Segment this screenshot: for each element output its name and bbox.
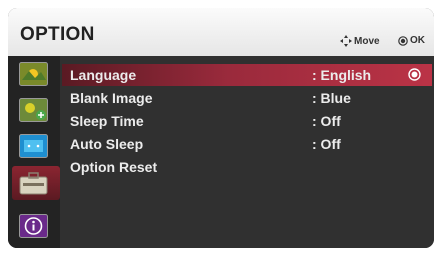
menu-item-value: : English — [312, 67, 372, 83]
menu-item-language[interactable]: Language : English — [62, 64, 432, 86]
category-picture[interactable] — [19, 62, 48, 86]
menu-item-option-reset[interactable]: Option Reset — [62, 156, 432, 178]
category-sidebar — [8, 56, 60, 248]
menu-item-label: Auto Sleep — [70, 136, 144, 152]
screen-icon — [19, 134, 48, 158]
picture-icon — [19, 62, 48, 86]
menu-title: OPTION — [20, 24, 95, 45]
menu-item-value: : Off — [312, 113, 341, 129]
ok-button-icon — [398, 35, 408, 46]
option-toolbox-icon — [19, 172, 48, 195]
menu-item-auto-sleep[interactable]: Auto Sleep : Off — [62, 133, 432, 155]
menu-item-blank-image[interactable]: Blank Image : Blue — [62, 87, 432, 109]
move-hint-label: Move — [354, 35, 380, 47]
menu-item-value: : Off — [312, 136, 341, 152]
audio-icon — [19, 98, 48, 122]
ok-select-icon — [408, 68, 421, 81]
ok-hint-label: OK — [410, 35, 425, 46]
category-info[interactable] — [19, 214, 48, 238]
menu-item-label: Language — [70, 67, 137, 83]
category-screen[interactable] — [19, 134, 48, 158]
info-icon — [19, 214, 48, 238]
option-menu-list: Language : English Blank Image : Blue Sl… — [60, 56, 434, 248]
osd-menu: OPTION Move OK Language: English Blank … — [8, 8, 434, 248]
menu-item-label: Option Reset — [70, 159, 158, 175]
move-arrows-icon — [340, 35, 352, 47]
menu-header: OPTION Move OK — [8, 8, 434, 57]
move-hint: Move — [340, 35, 380, 47]
menu-item-value: : Blue — [312, 90, 351, 106]
category-audio[interactable] — [19, 98, 48, 122]
menu-item-label: Sleep Time — [70, 113, 144, 129]
ok-hint: OK — [398, 35, 425, 46]
menu-item-label: Blank Image — [70, 90, 153, 106]
menu-item-sleep-time[interactable]: Sleep Time : Off — [62, 110, 432, 132]
category-option[interactable] — [12, 166, 60, 200]
